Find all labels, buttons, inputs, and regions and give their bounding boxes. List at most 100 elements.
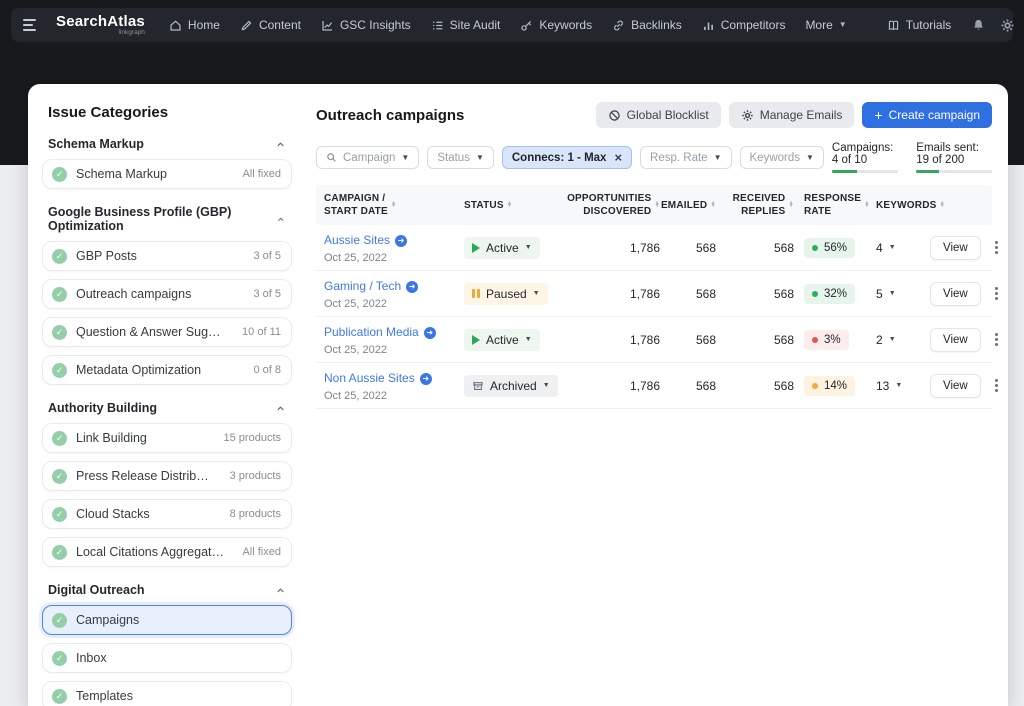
manage-emails-button[interactable]: Manage Emails xyxy=(729,102,855,128)
sidebar-item-campaigns[interactable]: ✓ Campaigns xyxy=(42,605,292,635)
nav-keywords[interactable]: Keywords xyxy=(520,18,592,32)
resp-rate-filter[interactable]: Resp. Rate ▼ xyxy=(640,146,731,169)
view-button[interactable]: View xyxy=(930,374,981,398)
gear-icon xyxy=(741,109,754,122)
campaign-search-filter[interactable]: Campaign ▼ xyxy=(316,146,419,169)
col-opportunities[interactable]: OPPORTUNITIESDISCOVERED ▲▼ xyxy=(562,192,660,218)
sidebar-item-local-citations[interactable]: ✓ Local Citations Aggregator Network All… xyxy=(42,537,292,567)
col-status[interactable]: STATUS ▲▼ xyxy=(464,199,562,212)
caret-down-icon: ▼ xyxy=(476,153,484,162)
nav-competitors[interactable]: Competitors xyxy=(702,18,786,32)
create-campaign-button[interactable]: + Create campaign xyxy=(862,102,992,128)
send-icon: ➜ xyxy=(420,373,432,385)
campaign-link[interactable]: Non Aussie Sites➜ xyxy=(324,371,432,387)
check-icon: ✓ xyxy=(52,469,67,484)
view-button[interactable]: View xyxy=(930,328,981,352)
col-response-rate[interactable]: RESPONSERATE ▲▼ xyxy=(794,192,872,218)
nav-more[interactable]: More ▼ xyxy=(805,18,846,32)
nav-tutorials[interactable]: Tutorials xyxy=(887,18,952,32)
close-icon[interactable]: × xyxy=(614,151,622,164)
status-dropdown[interactable]: Paused▼ xyxy=(464,283,548,305)
nav-gsc-insights[interactable]: GSC Insights xyxy=(321,18,411,32)
campaign-link[interactable]: Gaming / Tech➜ xyxy=(324,279,418,295)
campaign-link[interactable]: Aussie Sites➜ xyxy=(324,233,407,249)
section-gbp-optimization[interactable]: Google Business Profile (GBP) Optimizati… xyxy=(48,205,286,233)
chevron-up-icon xyxy=(276,214,286,225)
caret-down-icon: ▼ xyxy=(525,244,532,251)
keywords-filter[interactable]: Keywords ▼ xyxy=(740,146,824,169)
response-rate-badge: 56% xyxy=(804,238,855,258)
col-keywords[interactable]: KEYWORDS ▲▼ xyxy=(872,199,930,212)
caret-down-icon: ▼ xyxy=(525,336,532,343)
caret-down-icon: ▼ xyxy=(889,244,896,251)
line-chart-icon xyxy=(321,19,334,32)
opportunities-value: 1,786 xyxy=(562,241,660,255)
status-filter[interactable]: Status ▼ xyxy=(427,146,494,169)
section-schema-markup[interactable]: Schema Markup xyxy=(48,137,286,151)
keywords-dropdown[interactable]: 13▼ xyxy=(872,379,902,393)
check-icon: ✓ xyxy=(52,507,67,522)
response-rate-badge: 3% xyxy=(804,330,849,350)
table-row: Publication Media➜ Oct 25, 2022 Active▼ … xyxy=(316,317,992,363)
send-icon: ➜ xyxy=(395,235,407,247)
content-card: Issue Categories Schema Markup ✓ Schema … xyxy=(28,84,1008,706)
connects-filter-active[interactable]: Connecs: 1 - Max × xyxy=(502,146,632,169)
kebab-menu-icon[interactable] xyxy=(993,239,1000,256)
check-icon: ✓ xyxy=(52,363,67,378)
gear-icon[interactable] xyxy=(1000,18,1015,33)
col-campaign[interactable]: CAMPAIGN /START DATE ▲▼ xyxy=(324,192,464,218)
section-digital-outreach[interactable]: Digital Outreach xyxy=(48,583,286,597)
sidebar-item-question-answer[interactable]: ✓ Question & Answer Suggestions 10 of 11 xyxy=(42,317,292,347)
sidebar-title: Issue Categories xyxy=(48,104,292,121)
global-blocklist-button[interactable]: Global Blocklist xyxy=(596,102,721,128)
emails-progress-bar xyxy=(916,170,992,173)
app-logo[interactable]: SearchAtlas linkgraph xyxy=(56,14,145,37)
received-value: 568 xyxy=(716,333,794,347)
chevron-up-icon xyxy=(275,403,286,414)
emailed-value: 568 xyxy=(660,241,716,255)
status-dropdown[interactable]: Active▼ xyxy=(464,329,540,351)
chevron-up-icon xyxy=(275,139,286,150)
emailed-value: 568 xyxy=(660,379,716,393)
response-rate-badge: 14% xyxy=(804,376,855,396)
status-dot-icon xyxy=(812,383,818,389)
status-dropdown[interactable]: Archived▼ xyxy=(464,375,558,397)
nav-home[interactable]: Home xyxy=(169,18,220,32)
menu-icon[interactable] xyxy=(23,19,36,31)
view-button[interactable]: View xyxy=(930,236,981,260)
sidebar-item-metadata-optimization[interactable]: ✓ Metadata Optimization 0 of 8 xyxy=(42,355,292,385)
section-authority-building[interactable]: Authority Building xyxy=(48,401,286,415)
sidebar-item-outreach-campaigns[interactable]: ✓ Outreach campaigns 3 of 5 xyxy=(42,279,292,309)
col-emailed[interactable]: EMAILED ▲▼ xyxy=(660,199,716,212)
bell-icon[interactable] xyxy=(971,18,986,33)
blocked-icon xyxy=(608,109,621,122)
check-icon: ✓ xyxy=(52,249,67,264)
sidebar-item-link-building[interactable]: ✓ Link Building 15 products xyxy=(42,423,292,453)
kebab-menu-icon[interactable] xyxy=(993,331,1000,348)
status-dot-icon xyxy=(812,337,818,343)
send-icon: ➜ xyxy=(406,281,418,293)
status-dropdown[interactable]: Active▼ xyxy=(464,237,540,259)
outreach-campaigns-panel: Outreach campaigns Global Blocklist Mana… xyxy=(292,102,992,706)
sidebar-item-press-release[interactable]: ✓ Press Release Distribution 3 products xyxy=(42,461,292,491)
campaign-link[interactable]: Publication Media➜ xyxy=(324,325,436,341)
kebab-menu-icon[interactable] xyxy=(993,377,1000,394)
nav-content[interactable]: Content xyxy=(240,18,301,32)
view-button[interactable]: View xyxy=(930,282,981,306)
sidebar-item-inbox[interactable]: ✓ Inbox xyxy=(42,643,292,673)
sidebar-item-cloud-stacks[interactable]: ✓ Cloud Stacks 8 products xyxy=(42,499,292,529)
sidebar-item-schema-markup[interactable]: ✓ Schema Markup All fixed xyxy=(42,159,292,189)
keywords-dropdown[interactable]: 5▼ xyxy=(872,287,896,301)
table-row: Aussie Sites➜ Oct 25, 2022 Active▼ 1,786… xyxy=(316,225,992,271)
sidebar-item-templates[interactable]: ✓ Templates xyxy=(42,681,292,706)
check-icon: ✓ xyxy=(52,689,67,704)
sidebar-item-gbp-posts[interactable]: ✓ GBP Posts 3 of 5 xyxy=(42,241,292,271)
kebab-menu-icon[interactable] xyxy=(993,285,1000,302)
col-received-replies[interactable]: RECEIVEDREPLIES ▲▼ xyxy=(716,192,794,218)
keywords-dropdown[interactable]: 4▼ xyxy=(872,241,896,255)
nav-site-audit[interactable]: Site Audit xyxy=(431,18,501,32)
caret-down-icon: ▼ xyxy=(895,382,902,389)
check-icon: ✓ xyxy=(52,545,67,560)
nav-backlinks[interactable]: Backlinks xyxy=(612,18,682,32)
keywords-dropdown[interactable]: 2▼ xyxy=(872,333,896,347)
